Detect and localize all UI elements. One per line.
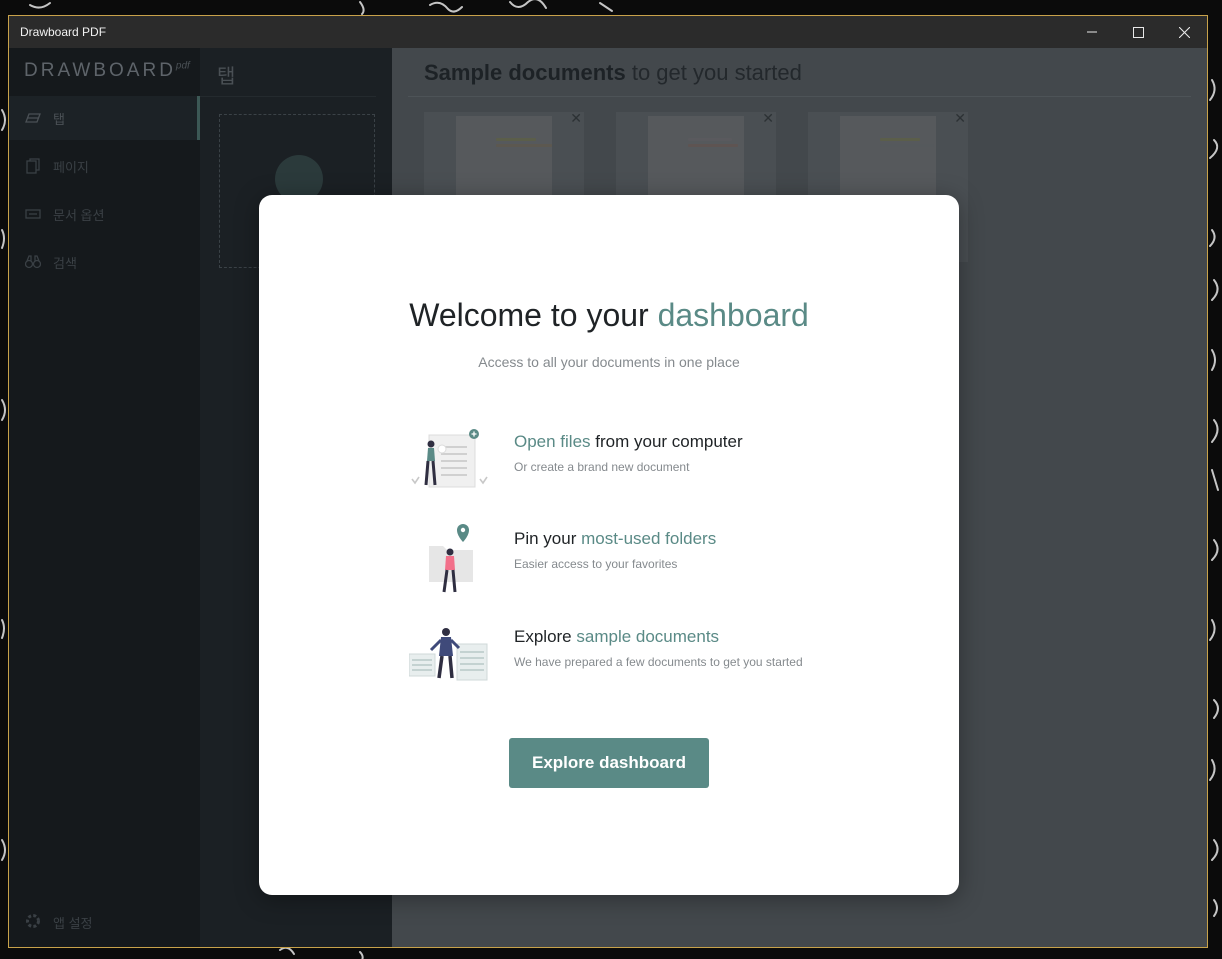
feature-title-prefix: Explore: [514, 627, 577, 646]
feature-title: Open files from your computer: [514, 432, 743, 452]
app-window: Drawboard PDF DRAWBOARDpdf 탭 페이지 문서 옵션 검…: [8, 15, 1208, 948]
feature-sample-documents: Explore sample documents We have prepare…: [409, 622, 869, 692]
pin-folders-illustration: [429, 524, 473, 593]
feature-title-rest: from your computer: [590, 432, 743, 451]
title-bar[interactable]: Drawboard PDF: [9, 16, 1207, 48]
sample-documents-illustration: [409, 628, 488, 681]
close-button[interactable]: [1161, 16, 1207, 48]
minimize-icon: [1087, 31, 1097, 33]
dialog-subtitle: Access to all your documents in one plac…: [478, 354, 740, 370]
welcome-dialog: Welcome to your dashboard Access to all …: [259, 195, 959, 895]
window-title: Drawboard PDF: [20, 25, 107, 39]
feature-title-prefix: Pin your: [514, 529, 582, 548]
dialog-title-accent: dashboard: [657, 297, 809, 333]
app-content: DRAWBOARDpdf 탭 페이지 문서 옵션 검색 앱 설정 탭 Sampl…: [9, 48, 1207, 947]
open-files-illustration: [411, 429, 488, 488]
modal-overlay: Welcome to your dashboard Access to all …: [9, 48, 1207, 947]
feature-title: Explore sample documents: [514, 627, 719, 647]
close-icon: [1178, 26, 1190, 38]
feature-title: Pin your most-used folders: [514, 529, 716, 549]
dialog-title: Welcome to your dashboard: [259, 297, 959, 334]
feature-description: We have prepared a few documents to get …: [514, 655, 803, 669]
feature-description: Or create a brand new document: [514, 460, 690, 474]
feature-description: Easier access to your favorites: [514, 557, 678, 571]
feature-open-files: Open files from your computer Or create …: [409, 427, 869, 497]
minimize-button[interactable]: [1069, 16, 1115, 48]
feature-title-accent: most-used folders: [581, 529, 717, 548]
feature-title-accent: sample documents: [576, 627, 720, 646]
explore-dashboard-button[interactable]: Explore dashboard: [509, 738, 709, 788]
maximize-button[interactable]: [1115, 16, 1161, 48]
feature-pin-folders: Pin your most-used folders Easier access…: [409, 524, 869, 594]
feature-title-accent: Open files: [514, 432, 591, 451]
dialog-title-prefix: Welcome to your: [409, 297, 658, 333]
maximize-icon: [1132, 26, 1144, 38]
